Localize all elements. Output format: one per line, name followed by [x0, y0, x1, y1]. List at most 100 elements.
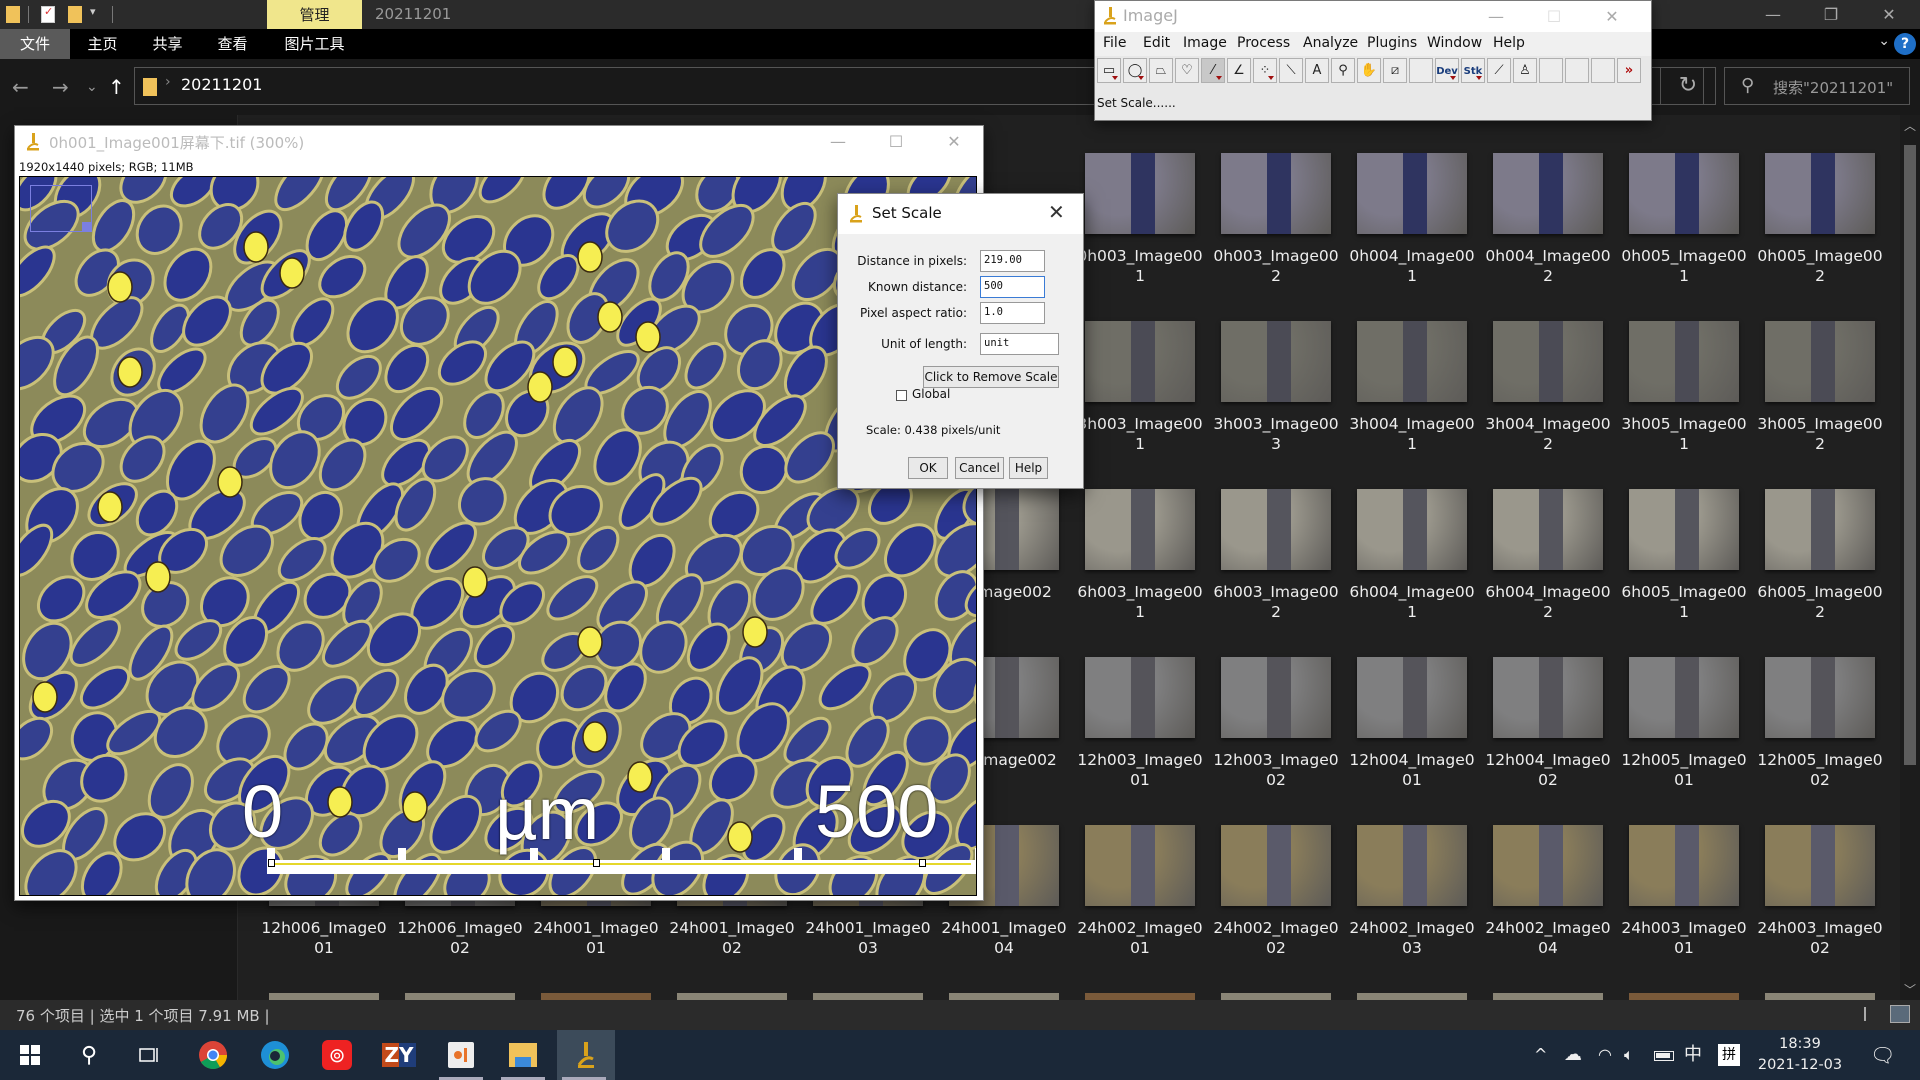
tool-multi-point[interactable]: ⁘	[1253, 58, 1277, 83]
menu-image[interactable]: Image	[1183, 35, 1227, 51]
file-item[interactable]: 24h002_Image003	[1344, 825, 1480, 958]
tool-straight-line[interactable]: ⁄	[1201, 58, 1225, 83]
tool-blank-1[interactable]	[1409, 58, 1433, 83]
file-item[interactable]: 24h002_Image001	[1072, 825, 1208, 958]
file-thumbnail-partial[interactable]	[1221, 993, 1331, 1000]
file-item[interactable]: 24h002_Image004	[1480, 825, 1616, 958]
file-item[interactable]: 12h005_Image002	[1752, 657, 1888, 790]
tool-oval[interactable]: ◯	[1123, 58, 1147, 83]
back-button[interactable]: ←	[12, 59, 29, 115]
file-thumbnail-partial[interactable]	[1765, 993, 1875, 1000]
line-selection-handle-start[interactable]	[268, 859, 275, 867]
tab-share[interactable]: 共享	[135, 29, 200, 59]
start-button[interactable]	[3, 1030, 57, 1080]
tool-brush[interactable]: ⟋	[1487, 58, 1511, 83]
minimize-button[interactable]: —	[1744, 0, 1802, 29]
manage-contextual-tab[interactable]: 管理	[267, 0, 362, 29]
breadcrumb-chevron-icon[interactable]: ›	[165, 74, 171, 90]
tool-more-tools[interactable]: »	[1617, 58, 1641, 83]
breadcrumb-item[interactable]: 20211201	[181, 75, 262, 94]
remove-scale-button[interactable]: Click to Remove Scale	[923, 366, 1059, 388]
menu-window[interactable]: Window	[1427, 35, 1482, 51]
maximize-button[interactable]: ☐	[873, 126, 919, 157]
refresh-button[interactable]: ↻	[1660, 67, 1716, 105]
unit-of-length-field[interactable]: unit	[980, 333, 1059, 355]
tool-blank-2[interactable]	[1539, 58, 1563, 83]
file-thumbnail-partial[interactable]	[541, 993, 651, 1000]
tool-rectangle[interactable]: ▭	[1097, 58, 1121, 83]
tool-developer-menu[interactable]: Dev	[1435, 58, 1459, 83]
file-item[interactable]: 6h005_Image002	[1752, 489, 1888, 622]
file-item[interactable]: 6h005_Image001	[1616, 489, 1752, 622]
imagej-title-bar[interactable]: ImageJ — ☐ ✕	[1095, 1, 1651, 32]
restore-button[interactable]: ❐	[1802, 0, 1860, 29]
file-thumbnail-partial[interactable]	[269, 993, 379, 1000]
known-distance-field[interactable]: 500	[980, 276, 1045, 298]
imagej-app[interactable]	[557, 1030, 615, 1080]
file-item[interactable]: 3h005_Image001	[1616, 321, 1752, 454]
ribbon-expand-chevron-icon[interactable]: ⌄	[1878, 33, 1890, 49]
tool-angle[interactable]: ∠	[1227, 58, 1251, 83]
menu-process[interactable]: Process	[1237, 35, 1290, 51]
netease-music-app[interactable]: ⊚	[310, 1030, 364, 1080]
file-item[interactable]: 6h004_Image001	[1344, 489, 1480, 622]
tool-stack-menu[interactable]: Stk	[1461, 58, 1485, 83]
quick-access-dropdown[interactable]: ▾	[90, 5, 96, 18]
file-item[interactable]: 6h003_Image001	[1072, 489, 1208, 622]
tab-home[interactable]: 主页	[70, 29, 135, 59]
line-selection-handle-mid[interactable]	[593, 859, 600, 867]
menu-edit[interactable]: Edit	[1143, 35, 1170, 51]
chrome-app[interactable]	[186, 1030, 240, 1080]
file-item[interactable]: 6h004_Image002	[1480, 489, 1616, 622]
close-button[interactable]: ✕	[1860, 0, 1918, 29]
zy-app[interactable]: ZY	[372, 1030, 426, 1080]
tray-expand-button[interactable]: ^	[1534, 1030, 1547, 1080]
close-button[interactable]: ✕	[931, 126, 977, 157]
wifi-icon[interactable]: ◠	[1598, 1030, 1612, 1080]
ime-mode[interactable]: 拼	[1718, 1044, 1740, 1066]
file-item[interactable]: 12h004_Image001	[1344, 657, 1480, 790]
file-item[interactable]: 3h003_Image001	[1072, 321, 1208, 454]
notification-center-icon[interactable]: 🗨︎	[1870, 1030, 1895, 1080]
file-item[interactable]: 24h003_Image002	[1752, 825, 1888, 958]
tool-blank-3[interactable]	[1565, 58, 1589, 83]
file-item[interactable]: 0h005_Image002	[1752, 153, 1888, 286]
file-item[interactable]: 6h003_Image002	[1208, 489, 1344, 622]
task-view-button[interactable]	[122, 1030, 176, 1080]
office-app[interactable]	[434, 1030, 488, 1080]
tool-wand[interactable]: ⟍	[1279, 58, 1303, 83]
dialog-title-bar[interactable]: Set Scale ✕	[838, 194, 1083, 234]
tool-text[interactable]: A	[1305, 58, 1329, 83]
pixel-aspect-ratio-field[interactable]: 1.0	[980, 302, 1045, 324]
distance-in-pixels-field[interactable]: 219.00	[980, 250, 1045, 272]
tool-magnifier[interactable]: ⚲	[1331, 58, 1355, 83]
ok-button[interactable]: OK	[908, 457, 948, 479]
edge-app[interactable]	[248, 1030, 302, 1080]
tab-file[interactable]: 文件	[0, 29, 70, 59]
file-thumbnail-partial[interactable]	[813, 993, 923, 1000]
tool-flood-fill[interactable]: ♙	[1513, 58, 1537, 83]
file-item[interactable]: 0h005_Image001	[1616, 153, 1752, 286]
file-item[interactable]: 24h003_Image001	[1616, 825, 1752, 958]
menu-file[interactable]: File	[1103, 35, 1126, 51]
vertical-scrollbar[interactable]: ︿ ﹀	[1900, 115, 1920, 1000]
file-thumbnail-partial[interactable]	[677, 993, 787, 1000]
clock[interactable]: 18:39 2021-12-03	[1750, 1034, 1850, 1076]
file-thumbnail-partial[interactable]	[1493, 993, 1603, 1000]
cancel-button[interactable]: Cancel	[955, 457, 1004, 479]
file-item[interactable]: 3h005_Image002	[1752, 321, 1888, 454]
file-item[interactable]: 0h004_Image002	[1480, 153, 1616, 286]
image-window-title-bar[interactable]: 0h001_Image001屏幕下.tif (300%) — ☐ ✕	[15, 126, 983, 157]
ime-language[interactable]: 中	[1684, 1030, 1702, 1080]
tool-scroll-hand[interactable]: ✋	[1357, 58, 1381, 83]
file-item[interactable]: 0h003_Image002	[1208, 153, 1344, 286]
file-item[interactable]: 3h004_Image002	[1480, 321, 1616, 454]
tab-picture-tools[interactable]: 图片工具	[267, 29, 362, 59]
tool-blank-4[interactable]	[1591, 58, 1615, 83]
up-button[interactable]: ↑	[108, 59, 125, 115]
menu-help[interactable]: Help	[1493, 35, 1525, 51]
forward-button[interactable]: →	[52, 59, 69, 115]
help-button[interactable]: Help	[1009, 457, 1048, 479]
global-checkbox[interactable]	[896, 390, 907, 401]
line-selection[interactable]	[271, 863, 971, 865]
